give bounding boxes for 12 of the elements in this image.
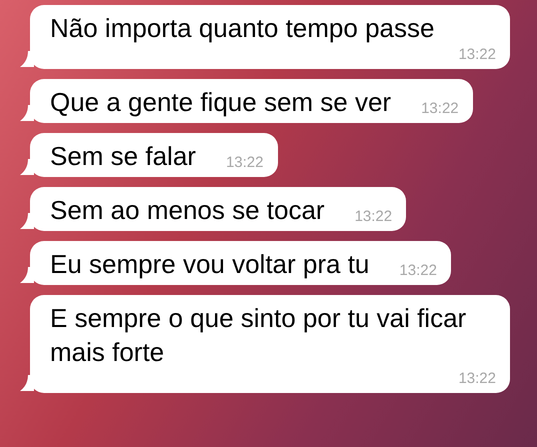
message-text: Sem se falar: [50, 140, 196, 173]
message-text: Não importa quanto tempo passe: [50, 12, 434, 45]
message-time: 13:22: [354, 207, 392, 227]
message-time: 13:22: [420, 99, 459, 119]
message-text: Eu sempre vou voltar pra tu: [50, 248, 370, 281]
message-text: Sem ao menos se tocar: [50, 194, 325, 227]
message-text: E sempre o que sinto por tu vai ficar mais forte: [50, 302, 468, 369]
message-time: 13:22: [224, 153, 264, 173]
message-text: Que a gente fique sem se ver: [50, 86, 392, 119]
message-time: 13:22: [457, 369, 496, 389]
message-time: 13:22: [398, 261, 437, 281]
message-time: 13:22: [457, 45, 496, 65]
